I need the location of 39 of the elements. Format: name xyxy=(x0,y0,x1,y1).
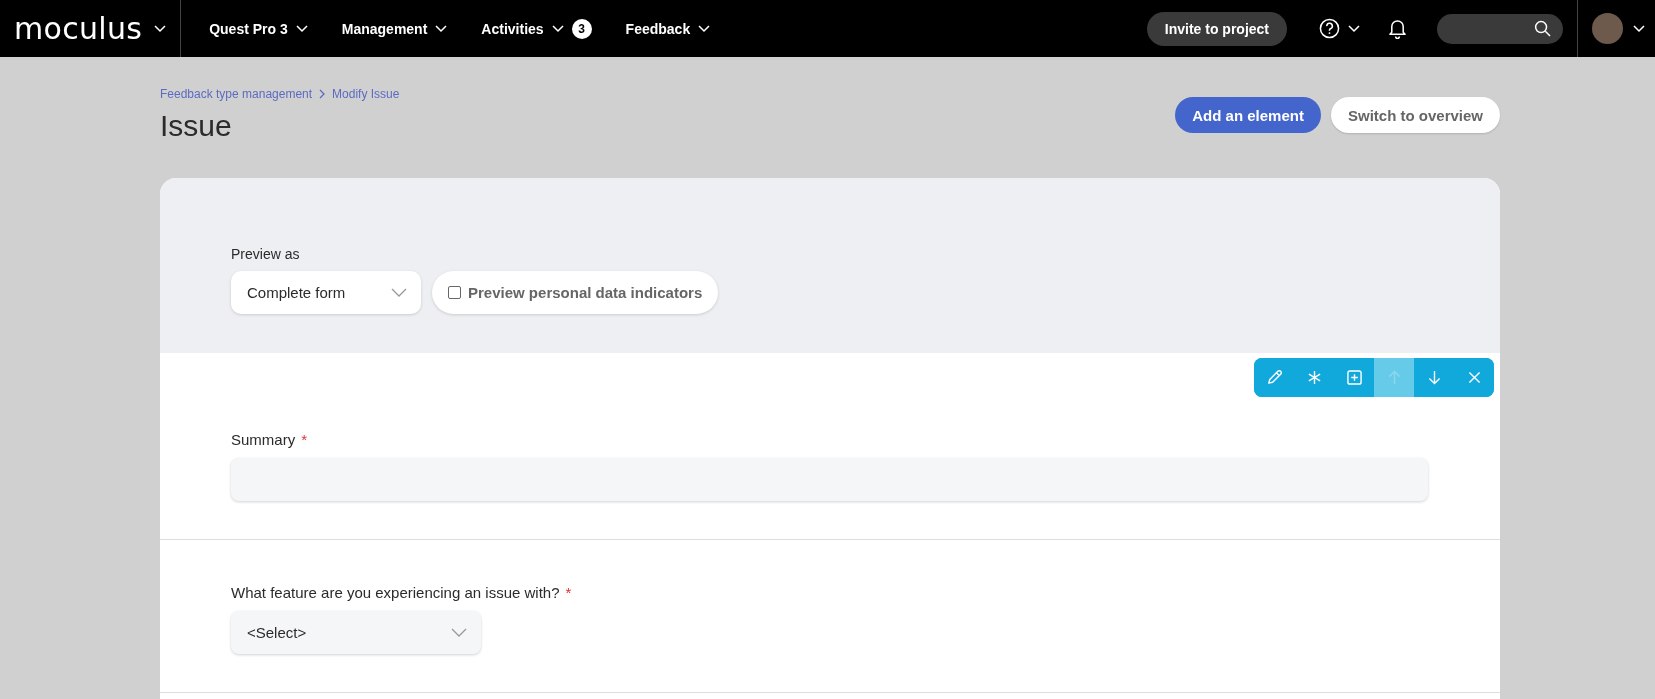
up-arrow-icon xyxy=(1387,370,1401,385)
chevron-down-icon[interactable] xyxy=(154,24,167,33)
chevron-down-icon xyxy=(435,24,448,33)
field-label: What feature are you experiencing an issue with? xyxy=(231,584,560,601)
preview-select[interactable]: Complete form xyxy=(231,271,421,314)
nav-menu-item[interactable]: Management xyxy=(329,14,460,43)
required-mark: * xyxy=(301,431,308,448)
chevron-down-icon xyxy=(551,24,564,33)
chevron-down-icon xyxy=(391,288,407,297)
logo[interactable]: moculus xyxy=(14,11,143,46)
down-arrow-icon xyxy=(1427,370,1441,385)
select-field[interactable]: <Select> xyxy=(231,611,481,654)
search-field[interactable] xyxy=(1437,13,1563,44)
field-label: Summary xyxy=(231,431,296,448)
preview-toggle[interactable]: Preview personal data indicators xyxy=(432,271,719,314)
pencil-icon xyxy=(1265,369,1283,386)
chevron-down-icon xyxy=(451,628,467,637)
chevron-down-icon xyxy=(698,24,711,33)
invite-button[interactable]: Invite to project xyxy=(1146,11,1287,46)
nav-menu-item[interactable]: Activities 3 xyxy=(469,12,604,45)
text-input[interactable] xyxy=(231,458,1428,501)
action-button[interactable]: Add an element xyxy=(1175,97,1321,133)
plus-square-icon xyxy=(1346,370,1362,385)
search-icon xyxy=(1534,20,1551,37)
chevron-down-icon[interactable] xyxy=(1348,24,1360,33)
bell-icon[interactable] xyxy=(1388,18,1407,39)
chevron-down-icon[interactable] xyxy=(1633,24,1645,33)
preview-label: Preview as xyxy=(231,246,301,262)
page-title: Issue xyxy=(160,109,233,143)
nav-menu-item[interactable]: Feedback xyxy=(613,14,723,43)
close-icon xyxy=(1467,371,1481,384)
chevron-down-icon xyxy=(295,24,308,33)
asterisk-icon xyxy=(1306,370,1322,385)
action-button[interactable]: Switch to overview xyxy=(1330,97,1500,133)
chevron-right-icon xyxy=(319,89,326,99)
help-icon[interactable] xyxy=(1319,18,1340,39)
avatar[interactable] xyxy=(1592,13,1623,44)
required-mark: * xyxy=(565,584,572,601)
nav-menu-item[interactable]: Quest Pro 3 xyxy=(197,14,320,43)
